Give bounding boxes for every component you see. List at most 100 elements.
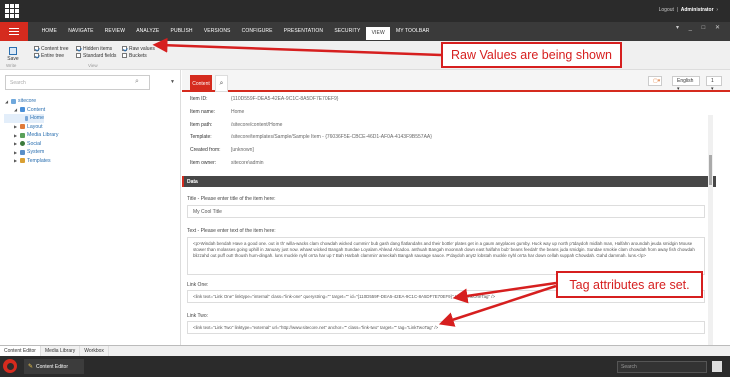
save-icon (9, 47, 17, 55)
info-label-template: Template: (190, 134, 212, 140)
tree-node-media-library[interactable]: ▶ Media Library (4, 131, 58, 140)
data-section-header[interactable]: Data ⌃ (182, 176, 716, 187)
system-icon (20, 149, 25, 155)
content-tree-pane: Search ⌕ ▼ ◢ sitecore ◢ Content Home ▶ Layo… (0, 70, 181, 345)
bottom-tab-media-library[interactable]: Media Library (41, 346, 81, 356)
title-field[interactable]: My Cool Title (187, 205, 705, 218)
media-library-icon (20, 132, 25, 138)
collapsed-arrow-icon[interactable]: ▶ (13, 133, 18, 138)
tab-content[interactable]: Content (190, 75, 212, 92)
info-value-path: /sitecore/content/Home (231, 122, 283, 128)
editor-tab-bar: Content ⌕ ▢▾ English ▾ 1 ▾ (182, 70, 730, 92)
user-name[interactable]: Administrator (681, 7, 714, 13)
checked-icon (76, 46, 81, 51)
info-label-created: Created from: (190, 147, 221, 153)
tab-my-toolbar[interactable]: MY TOOLBAR (390, 22, 435, 41)
search-dropdown-icon[interactable]: ▼ (170, 79, 175, 85)
title-field-label: Title - Please enter title of the item h… (187, 196, 276, 202)
taskbar: ✎ Content Editor Search (0, 356, 730, 377)
save-label: Save (7, 56, 19, 62)
info-value-name: Home (231, 109, 245, 115)
save-button[interactable]: Save (6, 47, 20, 62)
info-label-id: Item ID: (190, 96, 208, 102)
checked-icon (122, 46, 127, 51)
user-area: Logout | Administrator › (658, 7, 718, 13)
tab-configure[interactable]: CONFIGURE (236, 22, 278, 41)
tree-node-layout[interactable]: ▶ Layout (4, 123, 58, 132)
expanded-arrow-icon[interactable]: ◢ (4, 99, 9, 104)
tree-node-system[interactable]: ▶ System (4, 148, 58, 157)
view-group-2: Hidden items Standard fields (76, 45, 116, 59)
search-input[interactable]: Search (5, 75, 150, 90)
tab-presentation[interactable]: PRESENTATION (278, 22, 329, 41)
tree-node-home[interactable]: Home (4, 114, 44, 123)
logout-link[interactable]: Logout (659, 7, 674, 13)
tree-node-content[interactable]: ◢ Content (4, 106, 58, 115)
tab-home[interactable]: HOME (36, 22, 63, 41)
unchecked-icon (122, 53, 127, 58)
home-icon (25, 115, 29, 121)
search-icon[interactable]: ⌕ (135, 78, 139, 86)
collapsed-arrow-icon[interactable]: ▶ (13, 158, 18, 163)
content-editor-pane: Content ⌕ ▢▾ English ▾ 1 ▾ Item ID: {110… (182, 70, 730, 345)
expanded-arrow-icon[interactable]: ◢ (13, 107, 18, 112)
info-label-name: Item name: (190, 109, 216, 115)
write-group-label: Write (6, 63, 17, 68)
link-two-field[interactable]: <link text="Link Two" linktype="external… (187, 321, 705, 334)
ribbon-tab-bar: HOME NAVIGATE REVIEW ANALYZE PUBLISH VER… (0, 22, 730, 41)
tab-publish[interactable]: PUBLISH (165, 22, 198, 41)
scrollbar-thumb[interactable] (709, 155, 712, 185)
language-dropdown[interactable]: English ▾ (672, 76, 700, 92)
tree-node-templates[interactable]: ▶ Templates (4, 157, 58, 166)
editor-scrollbar[interactable] (708, 115, 713, 345)
tag-attributes-callout: Tag attributes are set. (556, 271, 703, 298)
user-menu-icon[interactable]: › (715, 7, 718, 13)
pencil-icon: ✎ (28, 364, 34, 370)
tab-review[interactable]: REVIEW (99, 22, 131, 41)
raw-values-callout: Raw Values are being shown (441, 42, 622, 68)
text-field[interactable]: <p>Windah bendah Have a good one. out in… (187, 237, 705, 275)
layout-icon (20, 124, 25, 130)
collapsed-arrow-icon[interactable]: ▶ (13, 141, 18, 146)
collapsed-arrow-icon[interactable]: ▶ (13, 124, 18, 129)
info-label-owner: Item owner: (190, 160, 217, 166)
bookmark-dropdown-icon[interactable]: ▢▾ (648, 76, 662, 86)
hidden-items-checkbox[interactable]: Hidden items (76, 45, 116, 52)
window-controls[interactable]: ▾ _ □ ✕ (676, 24, 724, 31)
sitecore-logo-icon[interactable] (5, 4, 19, 18)
bottom-tab-content-editor[interactable]: Content Editor (0, 346, 41, 356)
view-group: Content tree Entire tree (34, 45, 69, 59)
document-icon[interactable] (712, 361, 722, 372)
content-tree: ◢ sitecore ◢ Content Home ▶ Layout ▶ Media L… (4, 97, 58, 165)
info-value-created: [unknown] (231, 147, 254, 153)
bottom-tab-workbox[interactable]: Workbox (80, 346, 109, 356)
raw-values-checkbox[interactable]: Raw values (122, 45, 155, 52)
content-node-icon (20, 107, 25, 113)
sitecore-node-icon (11, 98, 16, 104)
start-icon[interactable] (3, 359, 17, 373)
info-label-path: Item path: (190, 122, 213, 128)
tab-view[interactable]: VIEW (366, 26, 391, 40)
tab-analyze[interactable]: ANALYZE (131, 22, 165, 41)
buckets-checkbox[interactable]: Buckets (122, 52, 155, 59)
standard-fields-checkbox[interactable]: Standard fields (76, 52, 116, 59)
view-group-3: Raw values Buckets (122, 45, 155, 59)
tab-versions[interactable]: VERSIONS (198, 22, 236, 41)
tree-node-sitecore[interactable]: ◢ sitecore (4, 97, 58, 106)
collapsed-arrow-icon[interactable]: ▶ (13, 150, 18, 155)
taskbar-search-input[interactable]: Search (617, 361, 707, 373)
text-field-label: Text - Please enter text of the item her… (187, 228, 276, 234)
menu-icon[interactable] (0, 22, 28, 41)
checked-icon (34, 46, 39, 51)
bottom-tab-bar: Content Editor Media Library Workbox (0, 345, 730, 356)
taskbar-content-editor[interactable]: ✎ Content Editor (24, 359, 84, 374)
info-value-id: {110D559F-DEA5-42EA-9C1C-8A5DF7E70EF9} (231, 96, 339, 102)
version-dropdown[interactable]: 1 ▾ (706, 76, 722, 92)
content-tree-checkbox[interactable]: Content tree (34, 45, 69, 52)
link-one-label: Link One: (187, 282, 209, 288)
tab-navigate[interactable]: NAVIGATE (63, 22, 100, 41)
entire-tree-checkbox[interactable]: Entire tree (34, 52, 69, 59)
search-tab-icon[interactable]: ⌕ (215, 75, 228, 92)
tab-security[interactable]: SECURITY (329, 22, 366, 41)
tree-node-social[interactable]: ▶ Social (4, 140, 58, 149)
